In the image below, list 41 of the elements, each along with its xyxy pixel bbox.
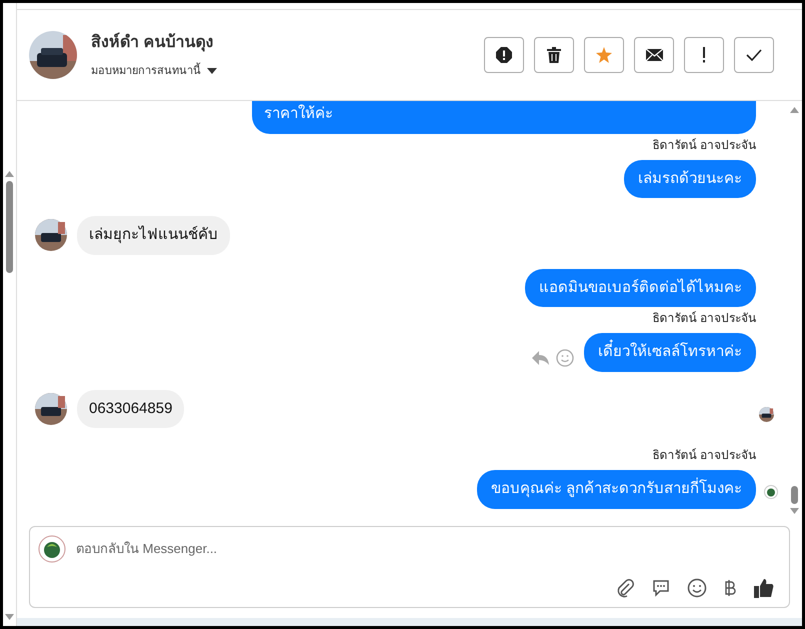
scroll-down-icon[interactable]	[5, 614, 14, 620]
reply-input[interactable]: ตอบกลับใน Messenger...	[76, 539, 781, 559]
seen-logo-icon	[764, 485, 778, 499]
chat-bubble-icon[interactable]	[651, 578, 671, 598]
sender-name: ธิดารัตน์ อาจประจัน	[652, 447, 756, 464]
sender-name: ธิดารัตน์ อาจประจัน	[652, 310, 756, 327]
sender-name: ธิดารัตน์ อาจประจัน	[652, 136, 756, 154]
received-message: 0633064859	[77, 390, 184, 428]
trash-icon	[547, 47, 561, 63]
exclamation-button[interactable]	[684, 37, 724, 73]
envelope-icon	[646, 49, 662, 61]
page-logo-icon	[38, 535, 66, 563]
reply-icon[interactable]	[532, 350, 550, 366]
scrollbar-thumb[interactable]	[790, 486, 798, 504]
trash-button[interactable]	[534, 37, 574, 73]
star-button[interactable]	[584, 37, 624, 73]
emoji-icon[interactable]	[687, 578, 707, 598]
sent-message: ขอบคุณค่ะ ลูกค้าสะดวกรับสายกี่โมงคะ	[476, 470, 756, 508]
star-icon	[596, 47, 612, 63]
scrollbar-thumb[interactable]	[6, 181, 13, 273]
check-icon	[746, 49, 762, 61]
thumbs-up-icon[interactable]	[753, 577, 775, 599]
received-message: เล่มยุกะไฟแนนช์คับ	[77, 216, 230, 254]
scroll-up-icon[interactable]	[5, 171, 14, 177]
seen-avatar-icon	[759, 406, 774, 422]
paperclip-icon[interactable]	[615, 578, 635, 598]
alert-button[interactable]	[484, 37, 524, 73]
sent-message: เดี๋ยวให้เซลล์โทรหาค่ะ	[584, 333, 756, 372]
exclamation-icon	[702, 47, 706, 63]
caret-icon	[207, 68, 217, 74]
scroll-down-icon[interactable]	[790, 508, 798, 514]
check-button[interactable]	[734, 37, 774, 73]
baht-icon[interactable]	[723, 578, 737, 598]
contact-name: สิงห์ดำ คนบ้านดุง	[91, 32, 214, 54]
envelope-button[interactable]	[634, 37, 674, 73]
alert-icon	[496, 47, 512, 63]
scroll-up-icon[interactable]	[790, 107, 798, 113]
assign-dropdown[interactable]: มอบหมายการสนทนานี้	[91, 62, 217, 80]
sent-message: ราคาให้ค่ะ	[252, 101, 756, 134]
sent-message: แอดมินขอเบอร์ติดต่อได้ไหมคะ	[525, 268, 756, 307]
sent-message: เล่มรถด้วยนะคะ	[624, 160, 756, 198]
